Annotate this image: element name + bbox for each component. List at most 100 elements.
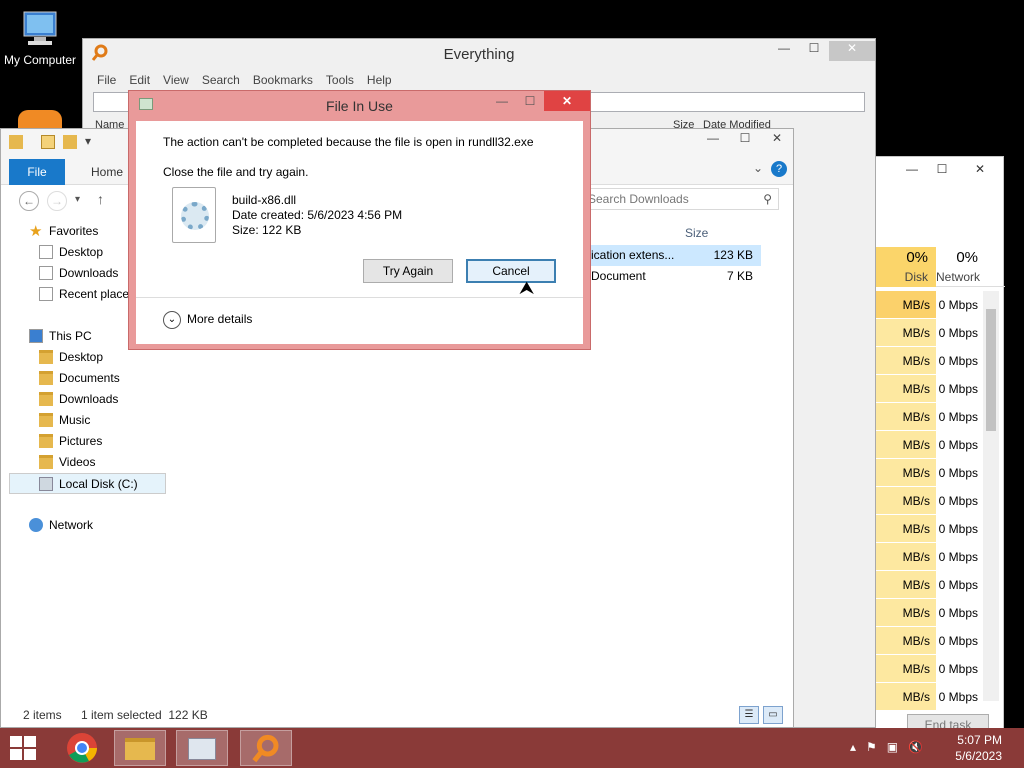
process-row[interactable]: MB/s 0 Mbps [861, 375, 978, 403]
menu-bookmarks[interactable]: Bookmarks [253, 69, 313, 91]
window-title: Everything [443, 46, 515, 63]
ribbon-file-tab[interactable]: File [9, 159, 65, 185]
close-icon[interactable]: ✕ [957, 157, 1003, 183]
vertical-scrollbar[interactable] [983, 291, 999, 701]
menu-help[interactable]: Help [367, 69, 392, 91]
network-usage-cell: 0 Mbps [938, 466, 978, 480]
process-row[interactable]: MB/s 0 Mbps [861, 487, 978, 515]
nav-pc-pictures[interactable]: Pictures [1, 431, 166, 452]
try-again-button[interactable]: Try Again [363, 259, 453, 283]
process-row[interactable]: MB/s 0 Mbps [861, 571, 978, 599]
nav-label: This PC [49, 329, 92, 343]
network-usage-cell: 0 Mbps [938, 354, 978, 368]
process-row[interactable]: MB/s 0 Mbps [861, 431, 978, 459]
taskbar-task-manager[interactable] [176, 730, 228, 766]
gear-icon [181, 202, 209, 230]
minimize-icon[interactable]: — [897, 157, 927, 183]
volume-muted-icon[interactable]: 🔇 [908, 740, 923, 754]
pictures-folder-icon [39, 434, 53, 448]
network-usage-cell: 0 Mbps [938, 578, 978, 592]
process-row[interactable]: MB/s 0 Mbps [861, 655, 978, 683]
taskbar-everything[interactable] [240, 730, 292, 766]
process-row[interactable]: MB/s 0 Mbps [861, 627, 978, 655]
minimize-icon[interactable]: — [769, 41, 799, 61]
network-column-header[interactable]: 0% Network [936, 247, 980, 287]
chevron-down-icon[interactable]: ▾ [85, 134, 91, 148]
network-icon [29, 518, 43, 532]
file-name: build-x86.dll [232, 193, 297, 207]
process-rows: MB/s 0 Mbps MB/s 0 Mbps MB/s 0 Mbps MB/s 0 Mbps… [861, 291, 978, 711]
chrome-icon [67, 733, 97, 763]
menu-tools[interactable]: Tools [326, 69, 354, 91]
process-row[interactable]: MB/s 0 Mbps [861, 543, 978, 571]
large-icons-view-icon[interactable]: ▭ [763, 706, 783, 724]
action-center-flag-icon[interactable]: ⚑ [866, 740, 877, 754]
help-icon[interactable]: ? [771, 161, 787, 177]
error-message: The action can't be completed because th… [163, 135, 534, 149]
file-row[interactable]: Document 7 KB [591, 266, 761, 287]
chevron-down-icon[interactable]: ▾ [75, 194, 80, 205]
process-row[interactable]: MB/s 0 Mbps [861, 459, 978, 487]
nav-label: Documents [59, 371, 120, 385]
nav-pc-documents[interactable]: Documents [1, 368, 166, 389]
dll-file-icon [172, 187, 216, 243]
maximize-icon[interactable]: ☐ [927, 157, 957, 183]
process-row[interactable]: MB/s 0 Mbps [861, 403, 978, 431]
nav-pc-music[interactable]: Music [1, 410, 166, 431]
process-row[interactable]: MB/s 0 Mbps [861, 319, 978, 347]
ribbon-home-tab[interactable]: Home [79, 159, 135, 185]
chevron-up-icon[interactable]: ▴ [850, 740, 856, 754]
network-tray-icon[interactable]: ▣ [887, 740, 898, 754]
nav-label: Desktop [59, 350, 104, 364]
network-usage-cell: 0 Mbps [938, 298, 978, 312]
search-icon: ⚲ [763, 192, 772, 206]
nav-pc-videos[interactable]: Videos [1, 452, 166, 473]
chevron-down-icon[interactable]: ⌄ [753, 161, 763, 175]
menu-file[interactable]: File [97, 69, 116, 91]
details-view-icon[interactable]: ☰ [739, 706, 759, 724]
nav-network[interactable]: Network [1, 515, 166, 536]
minimize-icon[interactable]: — [697, 131, 729, 145]
new-folder-icon[interactable] [63, 135, 77, 149]
column-size[interactable]: Size [685, 221, 708, 245]
file-row[interactable]: ication extens... 123 KB [591, 245, 761, 266]
properties-icon[interactable] [41, 135, 55, 149]
clock[interactable]: 5:07 PM 5/6/2023 [955, 732, 1002, 764]
minimize-icon[interactable]: — [488, 91, 516, 111]
nav-label: Videos [59, 455, 96, 469]
process-row[interactable]: MB/s 0 Mbps [861, 599, 978, 627]
file-type: ication extens... [591, 248, 675, 262]
more-details-toggle[interactable]: ⌄ More details [163, 311, 252, 329]
vertical-scrollbar[interactable] [853, 119, 869, 679]
back-arrow-icon[interactable]: ← [19, 191, 39, 211]
menu-search[interactable]: Search [202, 69, 240, 91]
item-count: 2 items [23, 708, 62, 722]
up-arrow-icon[interactable]: ↑ [97, 191, 104, 207]
taskbar-chrome[interactable] [56, 730, 108, 766]
maximize-icon[interactable]: ☐ [516, 91, 544, 111]
nav-pc-downloads[interactable]: Downloads [1, 389, 166, 410]
menu-view[interactable]: View [163, 69, 189, 91]
process-row[interactable]: MB/s 0 Mbps [861, 291, 978, 319]
process-row[interactable]: MB/s 0 Mbps [861, 683, 978, 711]
scrollbar-thumb[interactable] [986, 309, 996, 431]
cancel-button[interactable]: Cancel [466, 259, 556, 283]
network-usage-cell: 0 Mbps [938, 382, 978, 396]
search-input[interactable]: Search Downloads ⚲ [581, 188, 779, 210]
maximize-icon[interactable]: ☐ [799, 41, 829, 61]
process-row[interactable]: MB/s 0 Mbps [861, 515, 978, 543]
start-button[interactable] [10, 736, 38, 760]
nav-pc-local-disk[interactable]: Local Disk (C:) [9, 473, 166, 494]
my-computer-desktop-icon[interactable]: My Computer [0, 8, 80, 67]
close-icon[interactable]: ✕ [761, 131, 793, 145]
nav-pc-desktop[interactable]: Desktop [1, 347, 166, 368]
close-icon[interactable]: ✕ [544, 91, 590, 111]
process-row[interactable]: MB/s 0 Mbps [861, 347, 978, 375]
menu-edit[interactable]: Edit [129, 69, 150, 91]
videos-folder-icon [39, 455, 53, 469]
close-icon[interactable]: ✕ [829, 41, 875, 61]
taskbar-file-explorer[interactable] [114, 730, 166, 766]
nav-label: Desktop [59, 245, 104, 259]
maximize-icon[interactable]: ☐ [729, 131, 761, 145]
forward-arrow-icon[interactable]: → [47, 191, 67, 211]
